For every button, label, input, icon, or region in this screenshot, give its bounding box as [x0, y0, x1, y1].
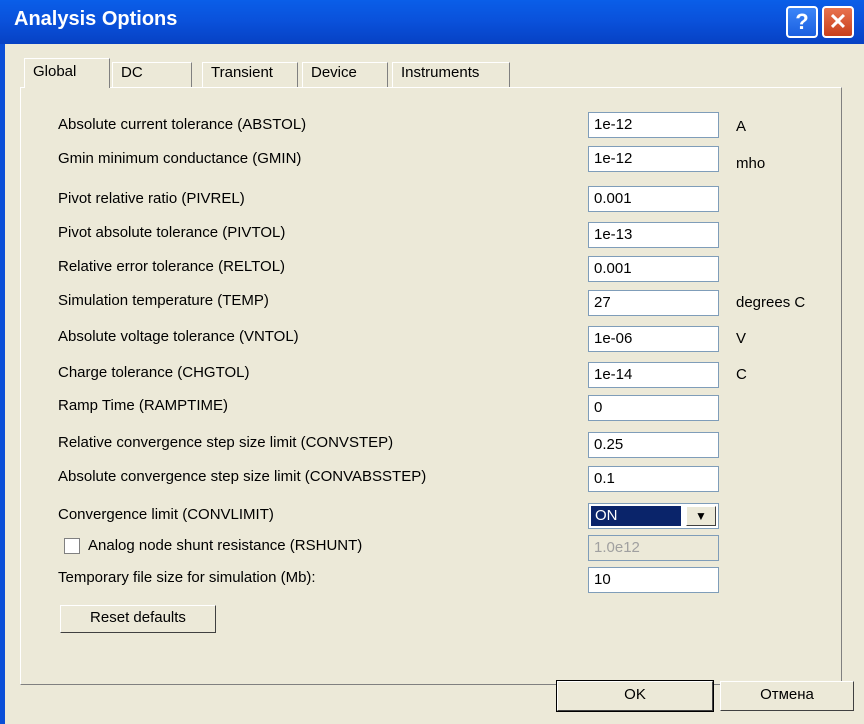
pivtol-field[interactable]: 1e-13	[588, 222, 719, 248]
tab-transient[interactable]: Transient	[202, 62, 298, 87]
tab-dc[interactable]: DC	[112, 62, 192, 87]
rshunt-checkbox[interactable]	[64, 538, 80, 554]
tab-label: Transient	[211, 64, 273, 81]
help-button[interactable]: ?	[786, 6, 818, 38]
tab-instruments[interactable]: Instruments	[392, 62, 510, 87]
tab-device[interactable]: Device	[302, 62, 388, 87]
convlimit-label: Convergence limit (CONVLIMIT)	[58, 506, 274, 523]
tab-label: Device	[311, 64, 357, 81]
abstol-label: Absolute current tolerance (ABSTOL)	[58, 116, 307, 133]
convlimit-select[interactable]: ON ▼	[588, 503, 719, 529]
convabsstep-field[interactable]: 0.1	[588, 466, 719, 492]
gmin-unit: mho	[736, 155, 766, 172]
abstol-field[interactable]: 1e-12	[588, 112, 719, 138]
tempfile-field[interactable]: 10	[588, 567, 719, 593]
reset-defaults-button[interactable]: Reset defaults	[60, 605, 216, 633]
rshunt-field[interactable]: 1.0e12	[588, 535, 719, 561]
abstol-unit: A	[736, 118, 747, 135]
convstep-label: Relative convergence step size limit (CO…	[58, 434, 394, 451]
temp-label: Simulation temperature (TEMP)	[58, 292, 269, 309]
chevron-down-icon[interactable]: ▼	[686, 506, 716, 526]
pivrel-field[interactable]: 0.001	[588, 186, 719, 212]
close-button[interactable]: ✕	[822, 6, 854, 38]
window-title: Analysis Options	[14, 8, 178, 30]
pivrel-label: Pivot relative ratio (PIVREL)	[58, 190, 245, 207]
temp-unit: degrees C	[736, 294, 806, 311]
temp-field[interactable]: 27	[588, 290, 719, 316]
reltol-label: Relative error tolerance (RELTOL)	[58, 258, 286, 275]
close-icon: ✕	[828, 9, 848, 34]
gmin-field[interactable]: 1e-12	[588, 146, 719, 172]
ramptime-label: Ramp Time (RAMPTIME)	[58, 397, 229, 414]
window-border	[0, 44, 5, 724]
chgtol-unit: C	[736, 366, 747, 383]
pivtol-label: Pivot absolute tolerance (PIVTOL)	[58, 224, 286, 241]
chgtol-field[interactable]: 1e-14	[588, 362, 719, 388]
rshunt-label: Analog node shunt resistance (RSHUNT)	[88, 537, 363, 554]
vntol-field[interactable]: 1e-06	[588, 326, 719, 352]
chgtol-label: Charge tolerance (CHGTOL)	[58, 364, 250, 381]
convlimit-value: ON	[591, 506, 681, 526]
ramptime-field[interactable]: 0	[588, 395, 719, 421]
tab-label: Instruments	[401, 64, 480, 81]
gmin-label: Gmin minimum conductance (GMIN)	[58, 150, 302, 167]
tab-label: DC	[121, 64, 143, 81]
title-bar: Analysis Options ? ✕	[0, 0, 864, 44]
tab-global[interactable]: Global	[24, 58, 110, 88]
convstep-field[interactable]: 0.25	[588, 432, 719, 458]
tab-label: Global	[33, 63, 77, 80]
vntol-unit: V	[736, 330, 747, 347]
help-icon: ?	[795, 9, 809, 34]
vntol-label: Absolute voltage tolerance (VNTOL)	[58, 328, 299, 345]
tempfile-label: Temporary file size for simulation (Mb):	[58, 569, 316, 586]
ok-button[interactable]: OK	[556, 680, 714, 712]
convabsstep-label: Absolute convergence step size limit (CO…	[58, 468, 427, 485]
cancel-button[interactable]: Отмена	[720, 681, 854, 711]
reltol-field[interactable]: 0.001	[588, 256, 719, 282]
